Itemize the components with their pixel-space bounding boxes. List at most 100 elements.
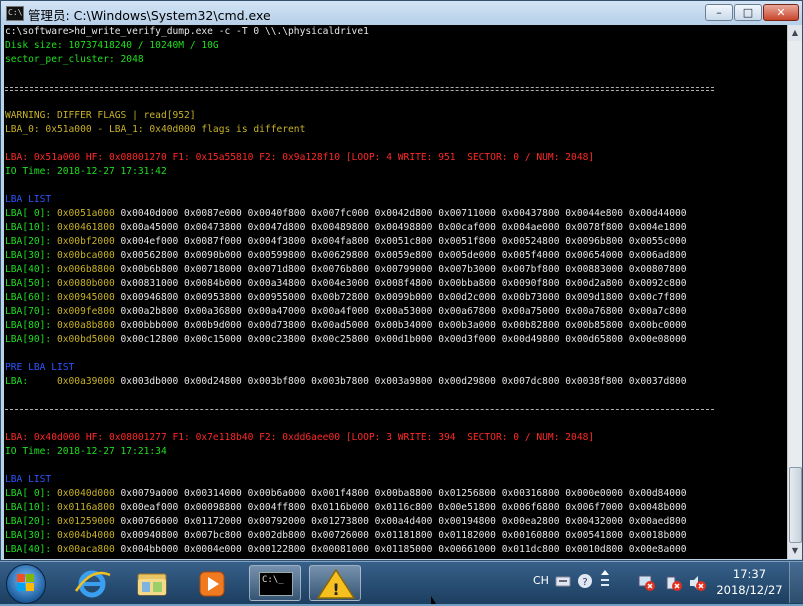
cmd-app-icon[interactable]: C:\ [6,6,24,21]
row-values: 0x00bbb000 0x00b9d000 0x00d73800 0x00ad5… [114,320,687,331]
lba-row: LBA[ 0]: 0x0051a000 0x0040d000 0x0087e00… [5,207,687,221]
row-values: 0x00766000 0x01172000 0x00792000 0x01273… [114,516,687,527]
taskbar-warning-button[interactable]: ! [309,565,361,601]
row-label: LBA[80]: [5,320,57,331]
lba-row: LBA[20]: 0x01259000 0x00766000 0x0117200… [5,515,687,529]
warning-line: WARNING: DIFFER FLAGS | read[952] [5,110,196,121]
row-first-value: 0x00bca000 [56,250,115,261]
command-line: c:\software>hd_write_verify_dump.exe -c … [5,26,369,37]
row-values: 0x00c12800 0x00c15000 0x00c23800 0x00c25… [114,334,687,345]
cmd-window: C:\ 管理员: C:\Windows\System32\cmd.exe – □… [0,0,803,561]
row-label: LBA[70]: [5,306,57,317]
row-values: 0x00946800 0x00953800 0x00955000 0x00b72… [114,292,687,303]
scroll-down-icon[interactable]: ▼ [788,543,802,559]
row-first-value: 0x00bd5000 [56,334,115,345]
show-desktop-button[interactable] [789,562,803,603]
sector-per-cluster-line: sector_per_cluster: 2048 [5,54,144,65]
close-button[interactable]: ✕ [763,4,799,21]
taskbar-cmd-button[interactable]: C:\_ [249,565,301,601]
block1-io-time: IO Time: 2018-12-27 17:31:42 [5,166,167,177]
maximize-button[interactable]: □ [734,4,762,21]
row-label: LBA[40]: [5,544,57,555]
lba-row: LBA[50]: 0x0080b000 0x00831000 0x0084b00… [5,277,687,291]
taskbar: C:\_ ! CH ? 17:37 2018/12/27 [0,561,803,604]
row-values: 0x00940800 0x007bc800 0x002db800 0x00726… [114,530,687,541]
row-values: 0x00562800 0x0090b000 0x00599800 0x00629… [114,250,687,261]
mouse-cursor-icon [431,596,436,604]
ie-icon [74,570,111,598]
console-output[interactable]: c:\software>hd_write_verify_dump.exe -c … [4,25,787,559]
row-values: 0x00831000 0x0084b000 0x00a34800 0x004e3… [114,278,687,289]
lba-row: LBA[ 0]: 0x0040d000 0x0079a000 0x0031400… [5,487,687,501]
keyboard-icon[interactable] [555,573,571,589]
svg-text:?: ? [582,577,587,588]
row-first-value: 0x00bf2000 [56,236,115,247]
block2-lba-list-title: LBA LIST [5,474,52,485]
row-first-value: 0x0051a000 [56,208,115,219]
disk-size-line: Disk size: 10737418240 / 10240M / 10G [5,40,219,51]
start-button[interactable] [6,564,46,604]
row-first-value: 0x006b8800 [56,264,115,275]
row-label: LBA[10]: [5,502,57,513]
language-indicator[interactable]: CH [533,574,549,587]
row-values: 0x003db000 0x00d24800 0x003bf800 0x003b7… [114,376,687,387]
scroll-up-icon[interactable]: ▲ [788,25,802,41]
row-values: 0x00b6b800 0x00718000 0x0071d800 0x0076b… [114,264,687,275]
taskbar-ie-button[interactable] [66,565,118,601]
row-values: 0x004bb000 0x0004e000 0x00122800 0x00081… [114,544,687,555]
minimize-button[interactable]: – [705,4,733,21]
lba-row: LBA[90]: 0x00bd5000 0x00c12800 0x00c1500… [5,333,687,347]
system-clock[interactable]: 17:37 2018/12/27 [712,566,787,598]
scroll-thumb[interactable] [789,467,802,543]
row-first-value: 0x00945000 [56,292,115,303]
block2-io-time: IO Time: 2018-12-27 17:21:34 [5,446,167,457]
row-label: LBA: [5,376,57,387]
folder-icon [137,573,167,596]
lba-row: LBA[80]: 0x00a8b800 0x00bbb000 0x00b9d00… [5,319,687,333]
help-icon[interactable]: ? [577,572,593,590]
title-bar[interactable]: C:\ 管理员: C:\Windows\System32\cmd.exe – □… [1,1,802,25]
windows-logo-icon [17,574,35,592]
row-values: 0x00a45000 0x00473800 0x0047d800 0x00489… [114,222,687,233]
row-first-value: 0x00a8b800 [56,320,115,331]
separator-double [5,90,714,91]
row-label: LBA[30]: [5,530,57,541]
row-first-value: 0x0116a800 [56,502,115,513]
row-label: LBA[60]: [5,292,57,303]
lba-row: LBA[10]: 0x0116a800 0x00eaf000 0x0009880… [5,501,687,515]
lba-row: LBA[30]: 0x004b4000 0x00940800 0x007bc80… [5,529,687,543]
row-first-value: 0x00a39000 [56,376,115,387]
separator-double [5,87,714,88]
row-first-value: 0x004b4000 [56,530,115,541]
cmd-icon: C:\_ [259,572,293,596]
row-values: 0x0079a000 0x00314000 0x00b6a000 0x001f4… [114,488,687,499]
row-first-value: 0x00aca800 [56,544,115,555]
row-label: LBA[20]: [5,236,57,247]
show-hidden-icons-icon[interactable] [599,568,611,596]
block1-lba-list-title: LBA LIST [5,194,52,205]
warning-icon: ! [316,568,356,599]
row-values: 0x00eaf000 0x00098800 0x004ff800 0x0116b… [114,502,687,513]
row-first-value: 0x0080b000 [56,278,115,289]
volume-icon[interactable] [688,574,706,592]
clock-time: 17:37 [732,567,767,581]
row-label: LBA[ 0]: [5,488,57,499]
taskbar-media-player-button[interactable] [186,565,238,601]
row-first-value: 0x009fe800 [56,306,115,317]
lba-row: LBA[30]: 0x00bca000 0x00562800 0x0090b00… [5,249,687,263]
action-center-icon[interactable] [665,574,683,592]
lba-row: LBA[70]: 0x009fe800 0x00a2b800 0x00a3680… [5,305,687,319]
block2-header: LBA: 0x40d000 HF: 0x08001277 F1: 0x7e118… [5,432,595,443]
row-values: 0x00a2b800 0x00a36800 0x00a47000 0x00a4f… [114,306,687,317]
lba-row: LBA[60]: 0x00945000 0x00946800 0x0095380… [5,291,687,305]
block1-header: LBA: 0x51a000 HF: 0x08001270 F1: 0x15a55… [5,152,595,163]
pre-lba-list-title: PRE LBA LIST [5,362,75,373]
taskbar-explorer-button[interactable] [126,565,178,601]
vertical-scrollbar[interactable]: ▲ ▼ [787,25,802,559]
row-label: LBA[30]: [5,250,57,261]
row-values: 0x0040d000 0x0087e000 0x0040f800 0x007fc… [114,208,687,219]
row-label: LBA[20]: [5,516,57,527]
network-icon[interactable] [638,574,656,592]
lba-row: LBA[40]: 0x00aca800 0x004bb000 0x0004e00… [5,543,687,557]
separator-dashed [5,409,714,410]
